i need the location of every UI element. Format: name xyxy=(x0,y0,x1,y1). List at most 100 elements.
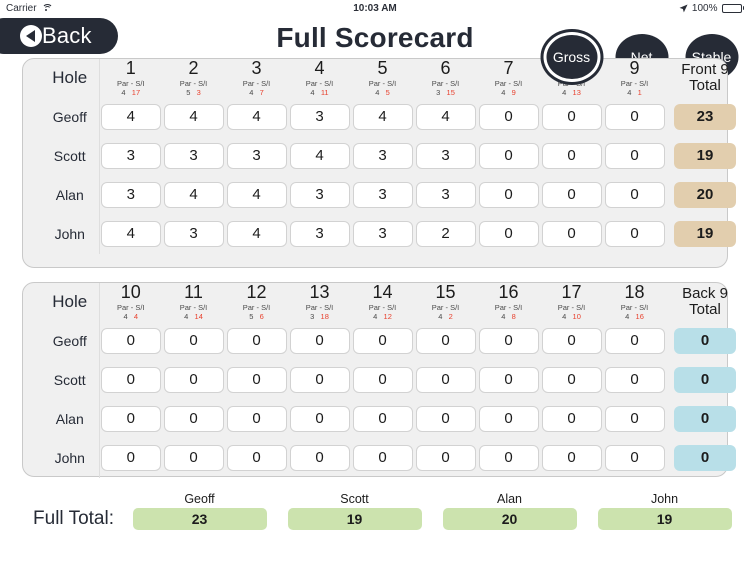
score-input[interactable]: 3 xyxy=(226,143,287,170)
score-input[interactable]: 0 xyxy=(289,328,350,355)
score-input[interactable]: 0 xyxy=(604,182,665,209)
score-input[interactable]: 0 xyxy=(541,182,602,209)
score-cell: 0 xyxy=(477,137,540,176)
score-cell: 0 xyxy=(603,322,666,361)
score-input[interactable]: 4 xyxy=(100,104,161,131)
score-input[interactable]: 0 xyxy=(352,328,413,355)
score-input[interactable]: 0 xyxy=(163,406,224,433)
score-input[interactable]: 0 xyxy=(478,221,539,248)
si-label: S/I xyxy=(135,302,145,312)
score-input[interactable]: 0 xyxy=(163,445,224,472)
score-input[interactable]: 0 xyxy=(604,406,665,433)
score-input[interactable]: 3 xyxy=(352,143,413,170)
score-cell: 0 xyxy=(540,176,603,215)
score-input[interactable]: 0 xyxy=(604,367,665,394)
back-hole-header-17: 17 Par - S/I 4 10 xyxy=(540,283,603,322)
si-label: S/I xyxy=(324,302,334,312)
front-hole-header-6: 6 Par - S/I 3 15 xyxy=(414,59,477,98)
score-input[interactable]: 0 xyxy=(541,406,602,433)
score-cell: 3 xyxy=(351,176,414,215)
score-cell: 4 xyxy=(99,215,162,254)
status-bar-clock: 10:03 AM xyxy=(353,2,397,14)
score-input[interactable]: 0 xyxy=(478,104,539,131)
player-name-cell: Alan xyxy=(23,175,100,215)
score-input[interactable]: 0 xyxy=(415,328,476,355)
score-input[interactable]: 3 xyxy=(100,182,161,209)
score-input[interactable]: 0 xyxy=(541,328,602,355)
score-input[interactable]: 0 xyxy=(541,221,602,248)
score-input[interactable]: 0 xyxy=(100,445,161,472)
score-input[interactable]: 0 xyxy=(163,328,224,355)
score-input[interactable]: 0 xyxy=(604,221,665,248)
score-input[interactable]: 3 xyxy=(352,182,413,209)
hole-par-si: Par - S/I 3 15 xyxy=(414,79,477,98)
front-hole-header-label: Hole xyxy=(23,59,100,98)
back-hole-header-15: 15 Par - S/I 4 2 xyxy=(414,283,477,322)
player-name: John xyxy=(650,492,679,506)
score-cell: 0 xyxy=(351,400,414,439)
mode-button-gross[interactable]: Gross xyxy=(543,32,600,82)
score-input[interactable]: 0 xyxy=(226,406,287,433)
score-input[interactable]: 0 xyxy=(541,143,602,170)
score-input[interactable]: 0 xyxy=(415,406,476,433)
score-input[interactable]: 0 xyxy=(100,328,161,355)
nine-total-value: 0 xyxy=(674,406,736,433)
score-input[interactable]: 0 xyxy=(352,367,413,394)
score-input[interactable]: 0 xyxy=(541,104,602,131)
score-input[interactable]: 2 xyxy=(415,221,476,248)
nine-total-cell: 0 xyxy=(666,322,744,361)
score-input[interactable]: 0 xyxy=(415,367,476,394)
full-total-name-cell: Alan xyxy=(432,492,587,506)
par-value: 4 xyxy=(501,312,506,322)
score-input[interactable]: 0 xyxy=(604,328,665,355)
score-input[interactable]: 0 xyxy=(478,328,539,355)
scorecard-screen: Carrier 10:03 AM 100% Back Full Scorecar… xyxy=(0,0,750,562)
score-input[interactable]: 3 xyxy=(289,104,350,131)
score-input[interactable]: 0 xyxy=(226,445,287,472)
score-input[interactable]: 0 xyxy=(478,367,539,394)
score-input[interactable]: 0 xyxy=(541,367,602,394)
score-input[interactable]: 0 xyxy=(541,445,602,472)
score-input[interactable]: 0 xyxy=(289,367,350,394)
score-input[interactable]: 0 xyxy=(415,445,476,472)
score-input[interactable]: 0 xyxy=(478,143,539,170)
score-input[interactable]: 0 xyxy=(478,406,539,433)
score-input[interactable]: 0 xyxy=(100,367,161,394)
si-label: S/I xyxy=(387,78,397,88)
back-total-line2: Total xyxy=(689,301,721,319)
score-input[interactable]: 0 xyxy=(163,367,224,394)
front-total-line1: Front 9 xyxy=(681,60,729,78)
si-value: 3 xyxy=(196,88,201,98)
score-input[interactable]: 4 xyxy=(163,104,224,131)
score-input[interactable]: 0 xyxy=(226,328,287,355)
score-input[interactable]: 4 xyxy=(226,104,287,131)
score-input[interactable]: 3 xyxy=(415,182,476,209)
score-input[interactable]: 0 xyxy=(226,367,287,394)
score-input[interactable]: 0 xyxy=(352,406,413,433)
score-input[interactable]: 3 xyxy=(289,182,350,209)
score-input[interactable]: 4 xyxy=(100,221,161,248)
score-input[interactable]: 0 xyxy=(604,143,665,170)
score-input[interactable]: 0 xyxy=(478,182,539,209)
score-input[interactable]: 3 xyxy=(163,221,224,248)
score-input[interactable]: 4 xyxy=(226,221,287,248)
score-input[interactable]: 0 xyxy=(352,445,413,472)
score-input[interactable]: 0 xyxy=(604,104,665,131)
score-input[interactable]: 3 xyxy=(415,143,476,170)
score-input[interactable]: 0 xyxy=(289,406,350,433)
score-input[interactable]: 3 xyxy=(352,221,413,248)
score-input[interactable]: 0 xyxy=(100,406,161,433)
score-input[interactable]: 3 xyxy=(289,221,350,248)
score-input[interactable]: 0 xyxy=(604,445,665,472)
score-input[interactable]: 3 xyxy=(163,143,224,170)
score-input[interactable]: 0 xyxy=(289,445,350,472)
score-input[interactable]: 4 xyxy=(415,104,476,131)
front-nine-table: Hole 1 Par - S/I 4 17 2 Par - S/I 5 3 3 … xyxy=(23,59,744,254)
score-cell: 0 xyxy=(477,400,540,439)
score-input[interactable]: 4 xyxy=(352,104,413,131)
score-input[interactable]: 3 xyxy=(100,143,161,170)
score-input[interactable]: 4 xyxy=(163,182,224,209)
score-input[interactable]: 4 xyxy=(226,182,287,209)
score-input[interactable]: 4 xyxy=(289,143,350,170)
score-input[interactable]: 0 xyxy=(478,445,539,472)
